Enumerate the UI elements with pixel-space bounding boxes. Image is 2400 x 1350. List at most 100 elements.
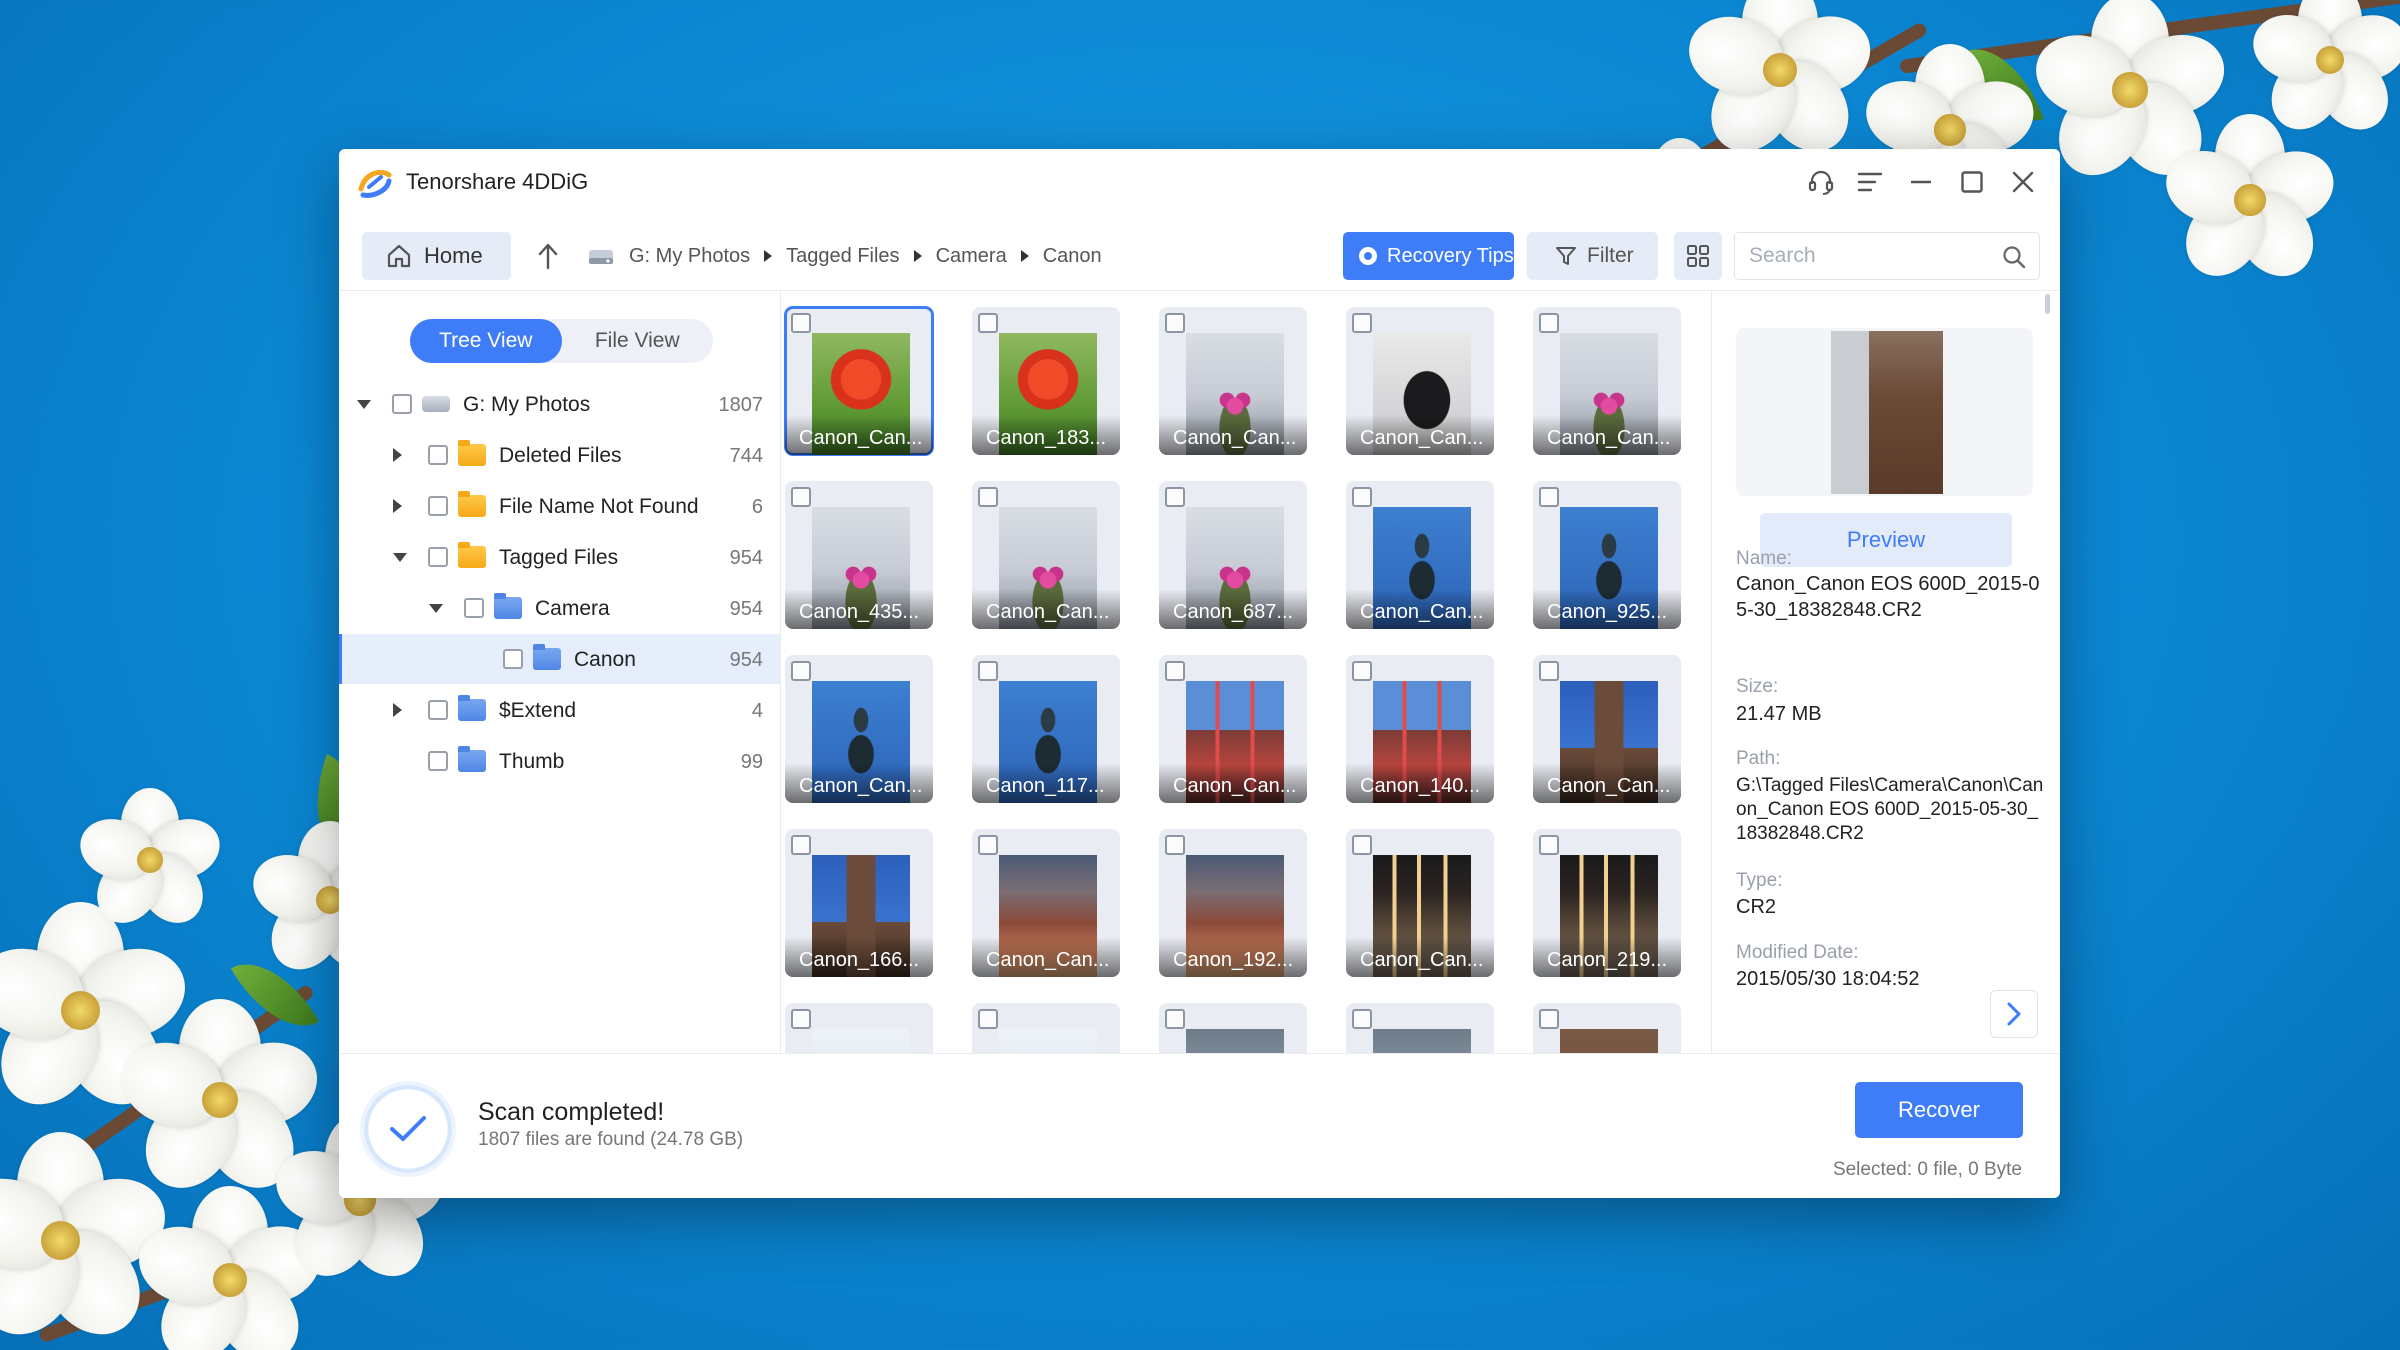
caret-right-icon[interactable] — [393, 499, 402, 513]
file-thumbnail[interactable]: Canon_192... — [1159, 829, 1307, 977]
file-thumbnail[interactable]: Canon_Can... — [1533, 307, 1681, 455]
file-thumbnail[interactable]: Canon_687... — [1159, 481, 1307, 629]
tree-checkbox[interactable] — [428, 547, 448, 567]
tree-checkbox[interactable] — [428, 700, 448, 720]
file-name-label: Canon_Can... — [1159, 763, 1307, 803]
file-thumbnail[interactable]: Canon_166... — [785, 829, 933, 977]
recover-button[interactable]: Recover — [1855, 1082, 2023, 1138]
file-checkbox[interactable] — [1539, 1009, 1559, 1029]
file-checkbox[interactable] — [978, 1009, 998, 1029]
caret-down-icon[interactable] — [429, 604, 443, 613]
file-checkbox[interactable] — [978, 313, 998, 333]
tree-checkbox[interactable] — [428, 751, 448, 771]
tree-checkbox[interactable] — [392, 394, 412, 414]
file-checkbox[interactable] — [1165, 313, 1185, 333]
recovery-tips-button[interactable]: Recovery Tips — [1343, 232, 1514, 280]
tree-item[interactable]: Canon 954 — [339, 634, 781, 684]
file-checkbox[interactable] — [1352, 835, 1372, 855]
file-checkbox[interactable] — [1165, 487, 1185, 507]
tree-view-tab[interactable]: Tree View — [410, 319, 562, 363]
file-thumbnail[interactable]: Canon_117... — [972, 655, 1120, 803]
tree-item[interactable]: Thumb 99 — [339, 736, 781, 786]
file-name-label: Canon_435... — [785, 589, 933, 629]
tree-checkbox[interactable] — [464, 598, 484, 618]
tree-checkbox[interactable] — [428, 445, 448, 465]
tree-item[interactable]: Tagged Files 954 — [339, 532, 781, 582]
grid-view-icon[interactable] — [1674, 232, 1722, 280]
file-checkbox[interactable] — [1539, 835, 1559, 855]
tree-checkbox[interactable] — [503, 649, 523, 669]
file-thumbnail[interactable]: Canon_Can... — [972, 481, 1120, 629]
file-thumbnail[interactable]: Canon_Can... — [1159, 307, 1307, 455]
caret-right-icon[interactable] — [393, 448, 402, 462]
detail-panel: Preview Name: Canon_Canon EOS 600D_2015-… — [1711, 291, 2056, 1054]
breadcrumb-item[interactable]: Tagged Files — [786, 245, 899, 268]
file-checkbox[interactable] — [791, 487, 811, 507]
maximize-icon[interactable] — [1955, 165, 1989, 199]
menu-icon[interactable] — [1853, 165, 1887, 199]
file-thumbnail[interactable] — [972, 1003, 1120, 1054]
breadcrumb-item[interactable]: Camera — [936, 245, 1007, 268]
minimize-icon[interactable] — [1904, 165, 1938, 199]
tree-item[interactable]: G: My Photos 1807 — [339, 379, 781, 429]
breadcrumb-item[interactable]: G: My Photos — [629, 245, 750, 268]
file-thumbnail[interactable]: Canon_Can... — [1159, 655, 1307, 803]
file-thumbnail[interactable]: Canon_140... — [1346, 655, 1494, 803]
file-checkbox[interactable] — [1165, 1009, 1185, 1029]
file-checkbox[interactable] — [1539, 661, 1559, 681]
file-thumbnail[interactable]: Canon_Can... — [785, 655, 933, 803]
file-checkbox[interactable] — [978, 661, 998, 681]
caret-right-icon[interactable] — [393, 703, 402, 717]
file-checkbox[interactable] — [1539, 487, 1559, 507]
file-thumbnail[interactable] — [1533, 1003, 1681, 1054]
app-logo-icon — [358, 169, 392, 198]
home-button[interactable]: Home — [362, 232, 511, 280]
search-input[interactable] — [1735, 233, 1965, 279]
support-icon[interactable] — [1804, 165, 1838, 199]
file-thumbnail[interactable] — [1159, 1003, 1307, 1054]
file-name-label: Canon_Can... — [1533, 763, 1681, 803]
file-thumbnail[interactable]: Canon_925... — [1533, 481, 1681, 629]
file-checkbox[interactable] — [1352, 661, 1372, 681]
close-icon[interactable] — [2006, 165, 2040, 199]
file-checkbox[interactable] — [978, 835, 998, 855]
tree-item[interactable]: Camera 954 — [339, 583, 781, 633]
file-checkbox[interactable] — [1539, 313, 1559, 333]
file-checkbox[interactable] — [978, 487, 998, 507]
file-checkbox[interactable] — [791, 835, 811, 855]
file-checkbox[interactable] — [791, 1009, 811, 1029]
file-checkbox[interactable] — [1165, 835, 1185, 855]
preview-button[interactable]: Preview — [1760, 513, 2012, 567]
file-view-tab[interactable]: File View — [562, 319, 714, 363]
tree-checkbox[interactable] — [428, 496, 448, 516]
file-checkbox[interactable] — [1352, 313, 1372, 333]
tree-item[interactable]: Deleted Files 744 — [339, 430, 781, 480]
filter-button[interactable]: Filter — [1527, 232, 1658, 280]
tree-item[interactable]: $Extend 4 — [339, 685, 781, 735]
tree-item[interactable]: File Name Not Found 6 — [339, 481, 781, 531]
up-arrow-icon[interactable] — [531, 239, 565, 273]
file-thumbnail[interactable] — [785, 1003, 933, 1054]
file-thumbnail[interactable]: Canon_Can... — [1533, 655, 1681, 803]
file-thumbnail[interactable] — [1346, 1003, 1494, 1054]
file-checkbox[interactable] — [1352, 487, 1372, 507]
file-name-label: Canon_117... — [972, 763, 1120, 803]
caret-down-icon[interactable] — [357, 400, 371, 409]
file-checkbox[interactable] — [1352, 1009, 1372, 1029]
next-file-button[interactable] — [1990, 990, 2038, 1038]
breadcrumb-item[interactable]: Canon — [1043, 245, 1102, 268]
caret-down-icon[interactable] — [393, 553, 407, 562]
file-thumbnail[interactable]: Canon_Can... — [972, 829, 1120, 977]
file-thumbnail[interactable]: Canon_Can... — [1346, 307, 1494, 455]
name-value: Canon_Canon EOS 600D_2015-05-30_18382848… — [1736, 573, 2040, 621]
file-thumbnail[interactable]: Canon_Can... — [1346, 829, 1494, 977]
file-thumbnail[interactable]: Canon_Can... — [784, 306, 934, 456]
file-thumbnail[interactable]: Canon_183... — [972, 307, 1120, 455]
file-thumbnail[interactable]: Canon_435... — [785, 481, 933, 629]
file-thumbnail[interactable]: Canon_219... — [1533, 829, 1681, 977]
file-checkbox[interactable] — [791, 313, 811, 333]
search-icon[interactable] — [2001, 244, 2027, 270]
file-checkbox[interactable] — [1165, 661, 1185, 681]
file-checkbox[interactable] — [791, 661, 811, 681]
file-thumbnail[interactable]: Canon_Can... — [1346, 481, 1494, 629]
